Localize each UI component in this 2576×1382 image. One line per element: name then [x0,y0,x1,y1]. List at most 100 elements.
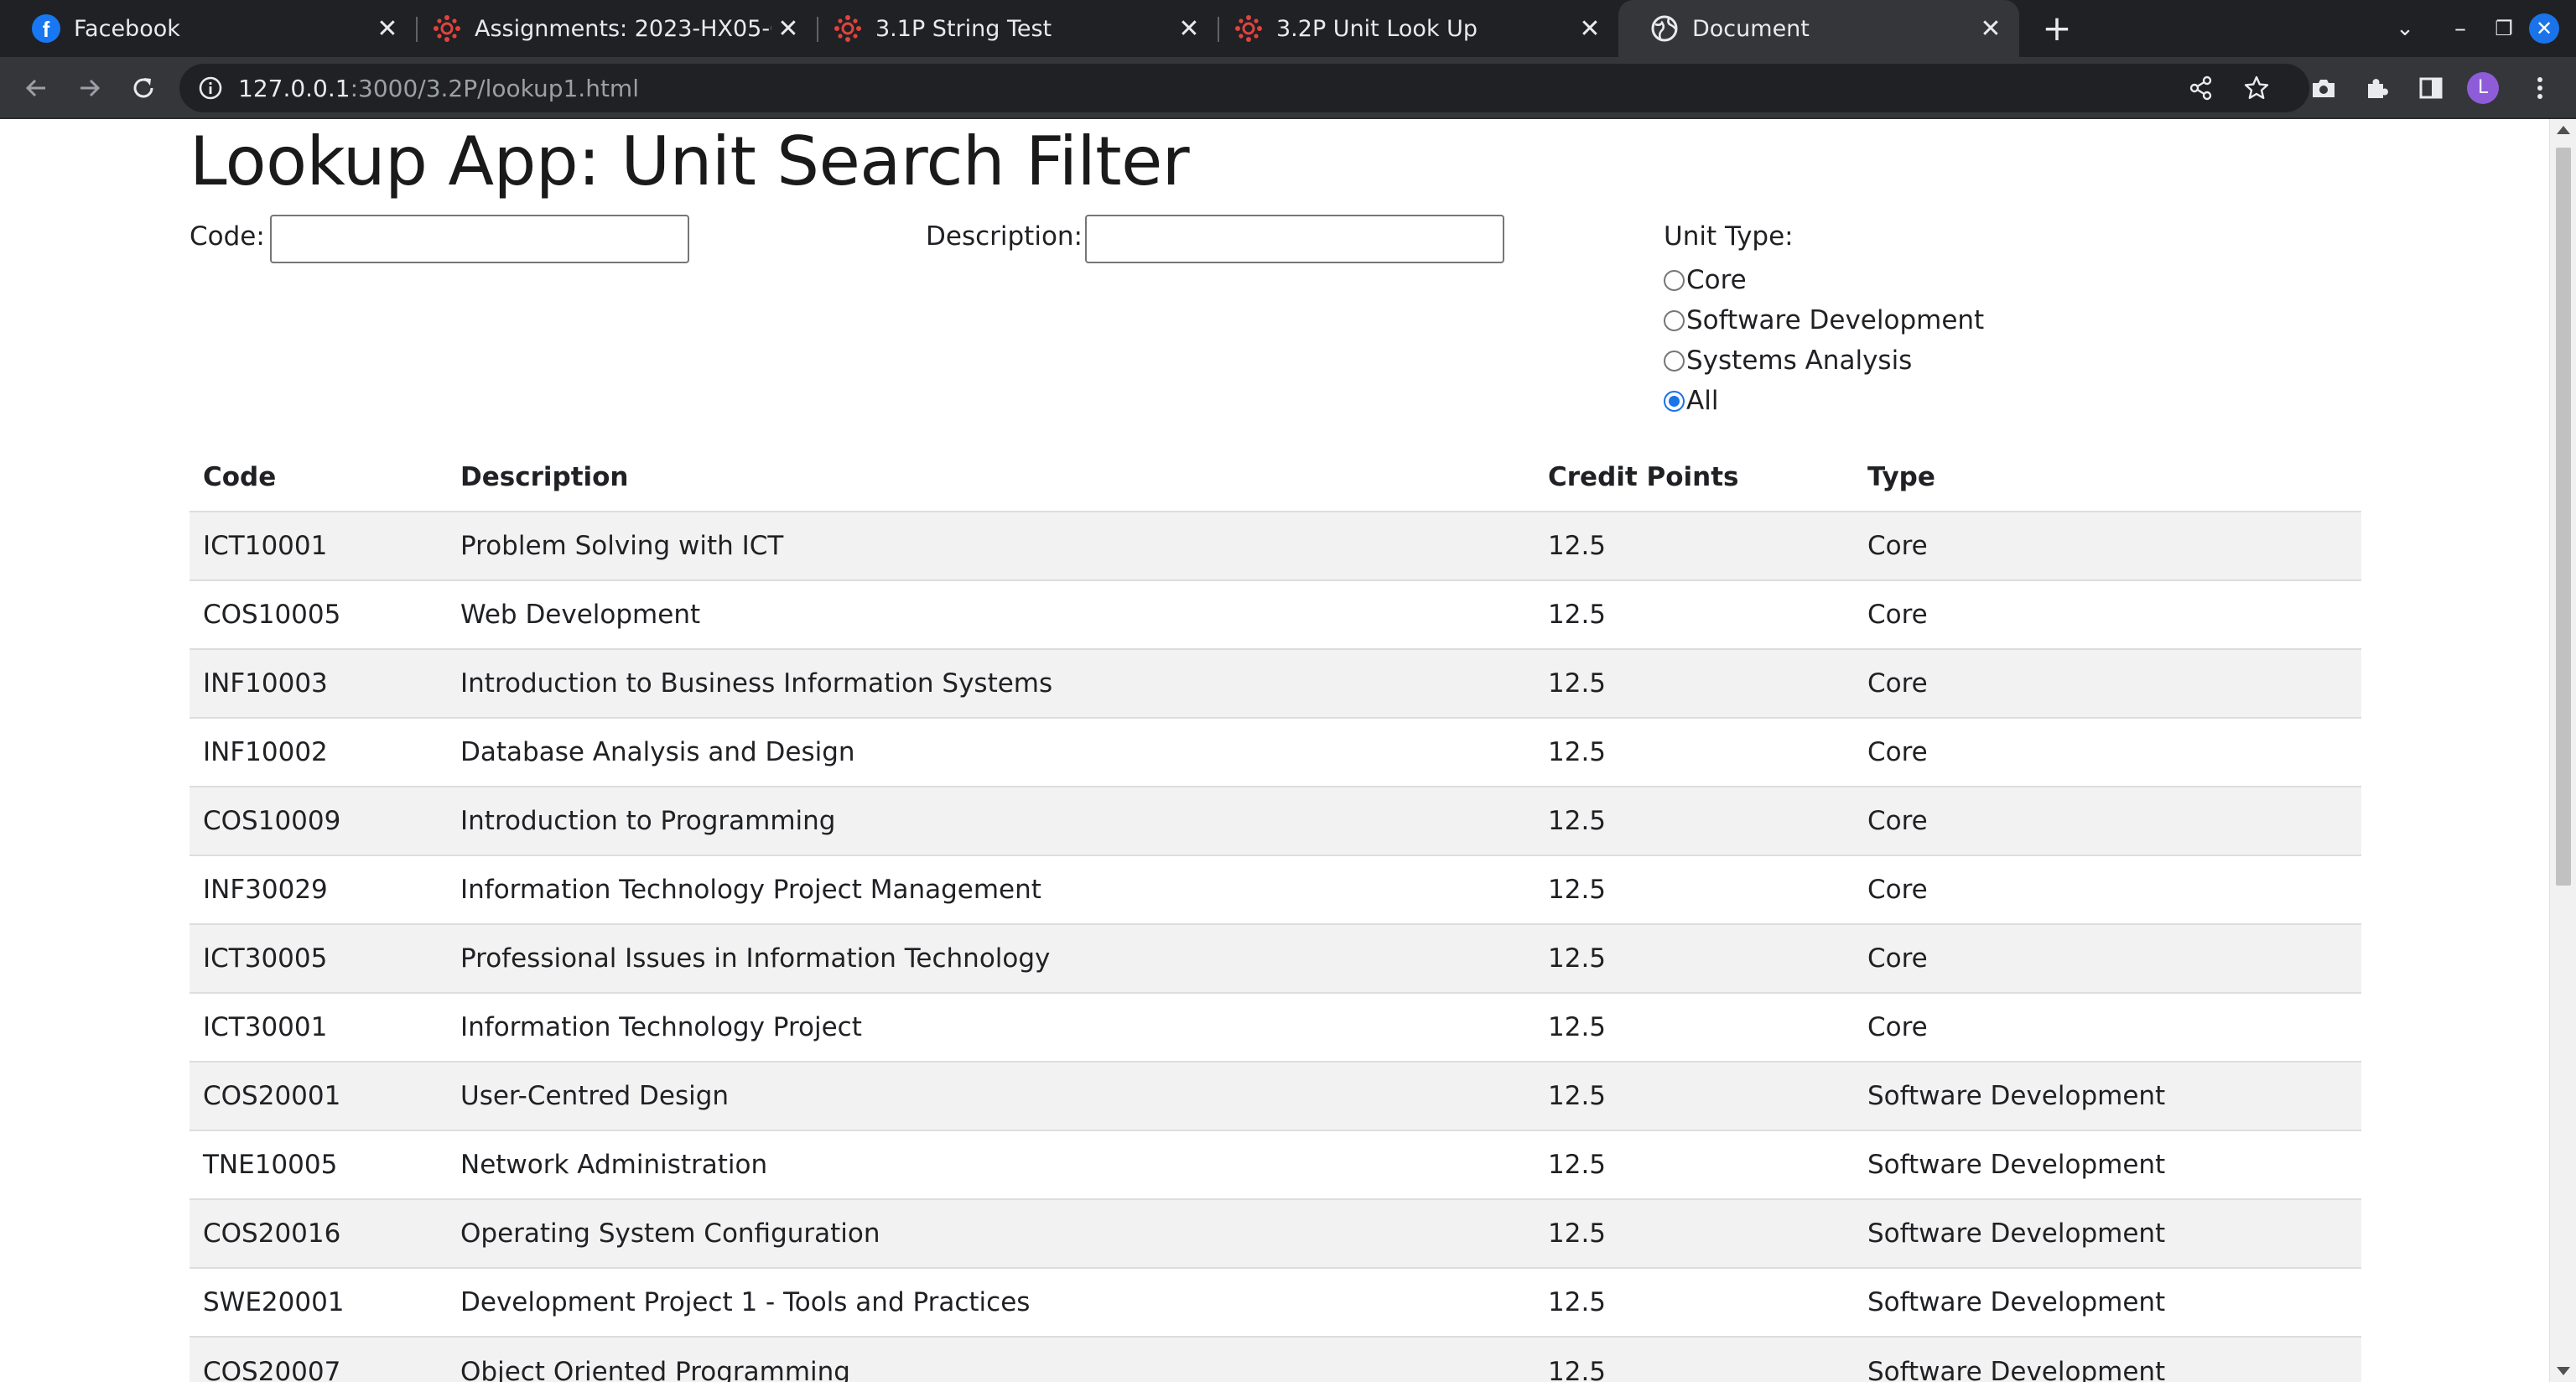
scroll-down-arrow-icon[interactable] [2557,1367,2570,1375]
info-icon[interactable] [198,75,223,101]
tab-assignments[interactable]: Assignments: 2023-HX05-COS ✕ [401,0,817,57]
tab-close-icon[interactable]: ✕ [371,14,404,44]
cell-code: ICT30005 [190,923,447,993]
table-row: SWE20001 Development Project 1 - Tools an… [190,1267,2361,1337]
radio-option-all[interactable]: All [1664,381,1984,421]
tab-close-icon[interactable]: ✕ [1573,14,1607,44]
restore-button[interactable]: ❐ [2484,8,2524,49]
radio-systems-analysis[interactable] [1664,350,1685,371]
table-row: INF30029 Information Technology Project M… [190,855,2361,924]
description-input[interactable] [1085,215,1504,263]
cell-credit-points: 12.5 [1535,511,1854,580]
side-panel-icon[interactable] [2412,69,2450,107]
cell-credit-points: 12.5 [1535,1198,1854,1268]
cell-code: COS20007 [190,1336,447,1382]
cell-credit-points: 12.5 [1535,1267,1854,1337]
cell-type: Core [1854,923,2361,993]
window-close-button[interactable]: ✕ [2529,13,2559,44]
reload-button[interactable] [122,67,164,109]
tab-close-icon[interactable]: ✕ [1172,14,1206,44]
radio-core[interactable] [1664,269,1685,291]
column-header-description: Description [460,461,629,492]
cell-code: ICT10001 [190,511,447,580]
browser-toolbar: 127.0.0.1:3000/3.2P/lookup1.html L [0,57,2576,119]
cell-description: Web Development [447,579,1535,649]
scroll-up-arrow-icon[interactable] [2557,126,2570,134]
cell-description: Development Project 1 - Tools and Practi… [447,1267,1535,1337]
table-header-row: Code Description Credit Points Type [190,443,2361,512]
canvas-icon [434,15,460,42]
camera-icon[interactable] [2304,69,2343,107]
cell-type: Core [1854,511,2361,580]
table-row: COS20016 Operating System Configuration 12… [190,1198,2361,1268]
address-bar[interactable]: 127.0.0.1:3000/3.2P/lookup1.html [179,64,2309,112]
radio-all[interactable] [1664,390,1685,412]
url-path: :3000/3.2P/lookup1.html [350,75,639,102]
arrow-left-icon [25,79,45,97]
cell-type: Core [1854,992,2361,1062]
profile-avatar[interactable]: L [2467,72,2499,104]
tab-document[interactable]: Document ✕ [1618,0,2019,57]
tab-close-icon[interactable]: ✕ [771,14,805,44]
table-row: COS20001 User-Centred Design 12.5 Software … [190,1061,2361,1130]
cell-credit-points: 12.5 [1535,579,1854,649]
table-row: COS20007 Object Oriented Programming 12.5 S… [190,1336,2361,1382]
cell-credit-points: 12.5 [1535,1336,1854,1382]
back-button[interactable] [15,67,57,109]
tab-string-test[interactable]: 3.1P String Test ✕ [802,0,1218,57]
radio-software-development[interactable] [1664,309,1685,331]
cell-description: Introduction to Programming [447,786,1535,855]
cell-description: User-Centred Design [447,1061,1535,1130]
tab-facebook[interactable]: f Facebook ✕ [0,0,416,57]
cell-credit-points: 12.5 [1535,648,1854,718]
tab-search-icon[interactable]: ⌄ [2385,8,2425,49]
column-header-credit-points: Credit Points [1548,461,1739,492]
forward-button[interactable] [69,67,111,109]
cell-description: Introduction to Business Information Sys… [447,648,1535,718]
cell-credit-points: 12.5 [1535,786,1854,855]
table-row: INF10003 Introduction to Business Informa… [190,648,2361,718]
unit-type-group: Unit Type: Core Software Development Sys… [1664,220,1984,421]
vertical-scrollbar[interactable] [2549,119,2576,1382]
reload-icon [133,78,153,98]
tab-title: Assignments: 2023-HX05-COS [475,15,771,42]
tab-title: Facebook [74,15,180,42]
cell-description: Information Technology Project [447,992,1535,1062]
cell-description: Operating System Configuration [447,1198,1535,1268]
share-icon[interactable] [2182,69,2220,107]
cell-code: TNE10005 [190,1130,447,1199]
bookmark-star-icon[interactable] [2237,69,2276,107]
radio-label: Systems Analysis [1686,346,1913,376]
cell-code: COS10005 [190,579,447,649]
tab-unit-look-up[interactable]: 3.2P Unit Look Up ✕ [1202,0,1618,57]
tab-title: 3.2P Unit Look Up [1276,15,1478,42]
code-input[interactable] [270,215,689,263]
cell-description: Problem Solving with ICT [447,511,1535,580]
cell-description: Network Administration [447,1130,1535,1199]
cell-type: Software Development [1854,1267,2361,1337]
tab-close-icon[interactable]: ✕ [1974,14,2007,44]
radio-option-software-development[interactable]: Software Development [1664,300,1984,340]
canvas-icon [1235,15,1262,42]
minimize-button[interactable]: – [2440,8,2480,49]
cell-description: Object Oriented Programming [447,1336,1535,1382]
cell-description: Information Technology Project Managemen… [447,855,1535,924]
page-title: Lookup App: Unit Search Filter [190,122,1190,200]
cell-type: Core [1854,855,2361,924]
radio-option-systems-analysis[interactable]: Systems Analysis [1664,340,1984,381]
arrow-right-icon [80,79,101,97]
cell-type: Software Development [1854,1336,2361,1382]
extensions-icon[interactable] [2358,69,2397,107]
scrollbar-thumb[interactable] [2556,148,2571,886]
cell-code: INF30029 [190,855,447,924]
table-row: ICT10001 Problem Solving with ICT 12.5 Core [190,511,2361,580]
cell-code: COS20001 [190,1061,447,1130]
new-tab-button[interactable]: + [2036,8,2078,50]
table-row: COS10009 Introduction to Programming 12.5 C… [190,786,2361,855]
table-row: ICT30001 Information Technology Project 12… [190,992,2361,1062]
cell-code: ICT30001 [190,992,447,1062]
cell-code: COS20016 [190,1198,447,1268]
cell-credit-points: 12.5 [1535,717,1854,787]
menu-kebab-icon[interactable] [2521,69,2559,107]
radio-option-core[interactable]: Core [1664,260,1984,300]
